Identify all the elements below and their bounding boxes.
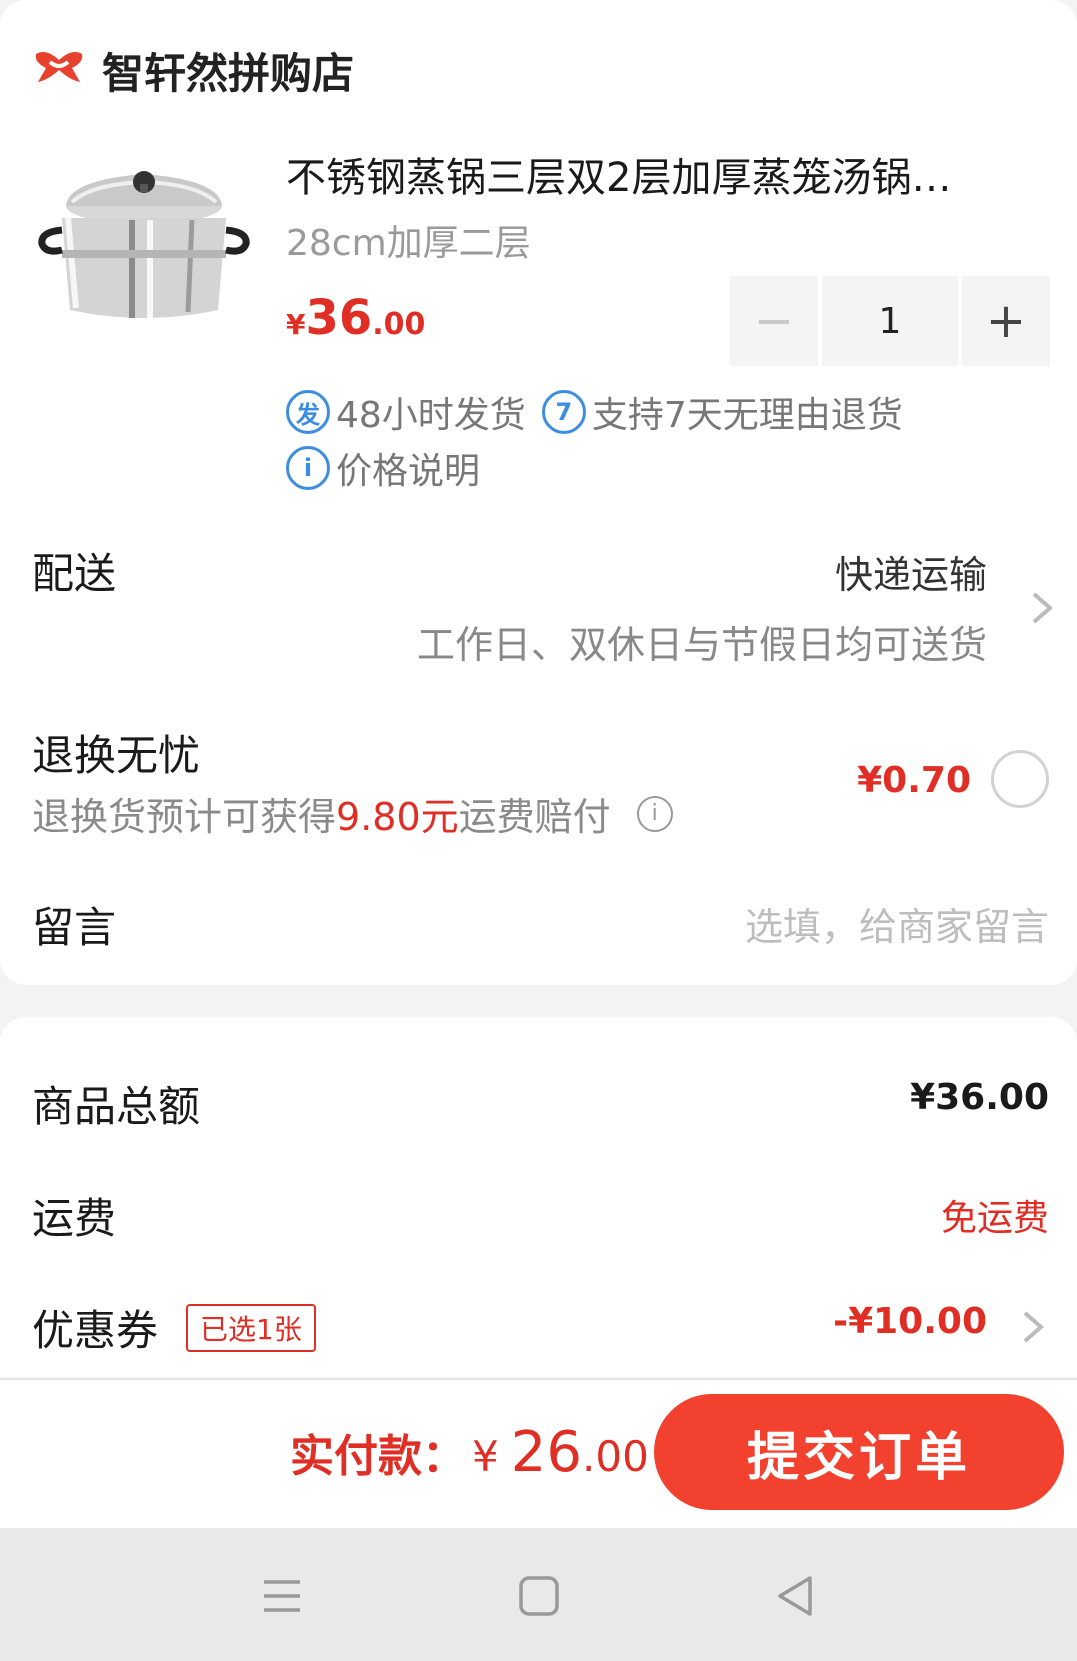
quantity-stepper: − 1 + [730, 276, 1050, 366]
chevron-right-icon[interactable] [1030, 590, 1054, 626]
info-icon: i [286, 446, 330, 490]
tag-48h-shipping: 发 48小时发货 [286, 386, 526, 438]
chevron-right-icon[interactable] [1021, 1309, 1045, 1345]
tag-price-info[interactable]: i 价格说明 [286, 442, 480, 494]
shipping-row: 运费 免运费 [0, 1185, 1077, 1245]
info-icon[interactable]: i [636, 795, 673, 832]
coupon-label: 优惠券 [32, 1306, 159, 1355]
shop-logo-icon [35, 52, 83, 82]
tag-label: 48小时发货 [336, 395, 526, 436]
tag-7day-return: 7 支持7天无理由退货 [541, 386, 903, 438]
service-tags: 发 48小时发货 7 支持7天无理由退货 i 价格说明 [286, 384, 919, 496]
goods-total-row: 商品总额 ¥36.00 [0, 1073, 1077, 1133]
goods-total-label: 商品总额 [32, 1082, 201, 1131]
pay-integer: 26 [510, 1420, 582, 1485]
coupon-value: -¥10.00 [833, 1301, 987, 1342]
returns-prefix: 退换货预计可获得 [32, 795, 337, 839]
returns-label: 退换无忧 [32, 731, 201, 780]
returns-amount: 9.80元 [336, 795, 459, 839]
coupon-badge: 已选1张 [186, 1303, 316, 1352]
decrease-button[interactable]: − [730, 276, 818, 366]
pay-total: 实付款： ¥26.00 [290, 1420, 649, 1485]
ship-icon: 发 [286, 390, 330, 434]
home-icon[interactable] [511, 1568, 567, 1624]
goods-total-value: ¥36.00 [910, 1077, 1049, 1118]
delivery-note: 工作日、双休日与节假日均可送货 [416, 623, 987, 667]
product-price: ¥36.00 [286, 290, 425, 346]
shipping-value: 免运费 [940, 1198, 1049, 1239]
order-card: 智轩然拼购店 不锈钢蒸锅三层双2层加厚蒸笼汤锅… 28cm加厚二层 ¥36.00… [0, 0, 1077, 985]
increase-button[interactable]: + [962, 276, 1050, 366]
product-title[interactable]: 不锈钢蒸锅三层双2层加厚蒸笼汤锅… [286, 145, 1046, 203]
menu-icon[interactable] [254, 1568, 310, 1624]
submit-order-button[interactable]: 提交订单 [654, 1394, 1064, 1510]
coupon-label-wrap: 优惠券 已选1张 [32, 1297, 316, 1358]
shop-name: 智轩然拼购店 [102, 48, 355, 98]
message-label: 留言 [32, 903, 117, 952]
returns-price: ¥0.70 [857, 760, 971, 801]
tag-label: 价格说明 [336, 451, 481, 492]
price-integer: 36 [305, 290, 373, 346]
message-input[interactable]: 选填，给商家留言 [745, 896, 1049, 951]
system-nav-bar [0, 1528, 1077, 1661]
shop-header[interactable]: 智轩然拼购店 [32, 44, 354, 98]
price-decimal: .00 [372, 307, 426, 342]
returns-radio[interactable] [991, 750, 1049, 808]
shipping-label: 运费 [32, 1194, 117, 1243]
delivery-label: 配送 [32, 549, 117, 598]
product-image[interactable] [32, 140, 256, 362]
returns-description: 退换货预计可获得 9.80元 运费赔付 i [32, 786, 673, 841]
tag-label: 支持7天无理由退货 [591, 395, 903, 436]
pay-decimal: .00 [582, 1432, 649, 1481]
pay-label: 实付款： [290, 1431, 466, 1482]
returns-suffix: 运费赔付 [458, 795, 611, 839]
seven-icon: 7 [541, 390, 586, 434]
price-currency: ¥ [286, 308, 306, 341]
pay-bar: 实付款： ¥26.00 提交订单 [0, 1380, 1077, 1528]
pay-currency: ¥ [472, 1432, 499, 1481]
summary-card: 商品总额 ¥36.00 运费 免运费 优惠券 已选1张 -¥10.00 [0, 1017, 1077, 1377]
delivery-method[interactable]: 快递运输 [835, 544, 987, 599]
coupon-row[interactable]: 优惠券 已选1张 -¥10.00 [0, 1297, 1077, 1357]
back-icon[interactable] [768, 1568, 824, 1624]
quantity-value[interactable]: 1 [822, 276, 958, 366]
product-spec[interactable]: 28cm加厚二层 [286, 214, 531, 266]
